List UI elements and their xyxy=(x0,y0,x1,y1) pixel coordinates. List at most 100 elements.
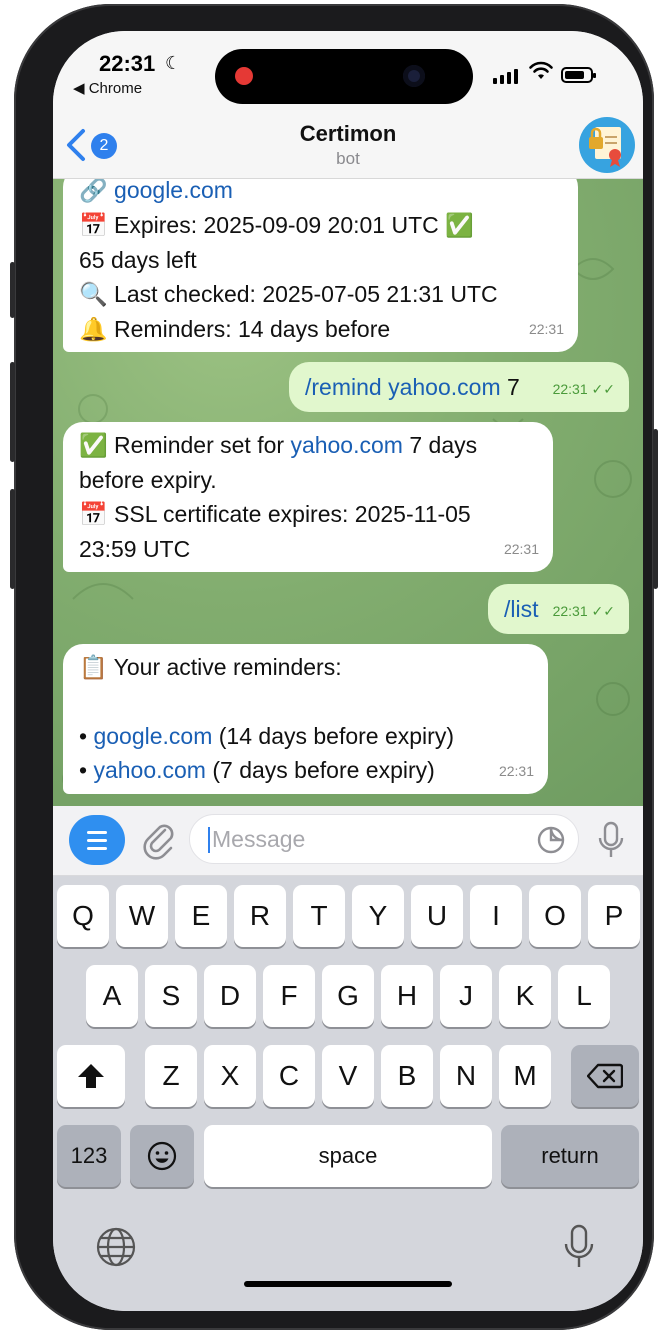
key-d[interactable]: D xyxy=(204,965,256,1027)
chat-messages-area[interactable]: 🔗 google.com 📅 Expires: 2025-09-09 20:01… xyxy=(53,179,643,806)
key-b[interactable]: B xyxy=(381,1045,433,1107)
domain-link[interactable]: yahoo.com xyxy=(290,432,403,458)
key-g[interactable]: G xyxy=(322,965,374,1027)
bot-menu-button[interactable] xyxy=(69,815,125,865)
magnifier-icon: 🔍 xyxy=(79,282,108,308)
message-line: 📋 Your active reminders: xyxy=(79,650,532,685)
cellular-signal-icon xyxy=(493,69,518,84)
bot-avatar[interactable] xyxy=(579,117,635,173)
key-m[interactable]: M xyxy=(499,1045,551,1107)
message-bubble-incoming[interactable]: 📋 Your active reminders: • google.com (1… xyxy=(63,644,548,794)
domain-link[interactable]: google.com xyxy=(114,179,233,203)
paperclip-icon[interactable] xyxy=(141,820,177,860)
reminder-set-text: Reminder set for xyxy=(114,432,285,458)
wifi-icon xyxy=(529,61,553,79)
status-time: 22:31 xyxy=(99,51,156,76)
message-time: 22:31 xyxy=(528,321,564,337)
sticker-icon[interactable] xyxy=(536,825,566,855)
key-w[interactable]: W xyxy=(116,885,168,947)
key-i[interactable]: I xyxy=(470,885,522,947)
domain-link[interactable]: google.com xyxy=(93,723,212,749)
volume-down-button xyxy=(10,489,15,589)
backspace-icon xyxy=(586,1063,624,1089)
double-check-icon: ✓✓ xyxy=(591,603,615,619)
message-line: 🔔 Reminders: 14 days before xyxy=(79,312,562,347)
backspace-key[interactable] xyxy=(571,1045,639,1107)
before-expiry-text: before expiry. xyxy=(79,467,217,493)
key-k[interactable]: K xyxy=(499,965,551,1027)
dynamic-island xyxy=(215,49,473,104)
key-l[interactable]: L xyxy=(558,965,610,1027)
key-r[interactable]: R xyxy=(234,885,286,947)
microphone-icon[interactable] xyxy=(597,820,625,860)
message-bubble-incoming[interactable]: 🔗 google.com 📅 Expires: 2025-09-09 20:01… xyxy=(63,179,578,352)
double-check-icon: ✓✓ xyxy=(591,381,615,397)
expiry-text: Expires: 2025-09-09 20:01 UTC xyxy=(114,212,439,238)
key-t[interactable]: T xyxy=(293,885,345,947)
globe-icon[interactable] xyxy=(95,1226,137,1268)
domain-link[interactable]: yahoo.com xyxy=(93,757,206,783)
list-item: • yahoo.com (7 days before expiry) xyxy=(79,757,435,783)
key-s[interactable]: S xyxy=(145,965,197,1027)
message-line: ✅ Reminder set for yahoo.com 7 days xyxy=(79,428,537,463)
check-mark-icon: ✅ xyxy=(445,213,474,239)
message-input-bar: Message xyxy=(53,806,643,876)
message-time-read: 22:31 ✓✓ xyxy=(552,381,615,397)
key-o[interactable]: O xyxy=(529,885,581,947)
moon-icon: ☾ xyxy=(165,53,182,73)
chat-subtitle: bot xyxy=(336,149,360,168)
key-a[interactable]: A xyxy=(86,965,138,1027)
key-x[interactable]: X xyxy=(204,1045,256,1107)
list-item-detail: (7 days before expiry) xyxy=(212,757,435,783)
message-placeholder: Message xyxy=(212,826,306,852)
reminders-text: Reminders: 14 days before xyxy=(114,316,391,342)
domain-link[interactable]: yahoo.com xyxy=(388,374,501,400)
key-v[interactable]: V xyxy=(322,1045,374,1107)
front-camera xyxy=(403,65,425,87)
message-line: 📅 Expires: 2025-09-09 20:01 UTC ✅ xyxy=(79,208,562,243)
list-item-detail: (14 days before expiry) xyxy=(218,723,454,749)
key-q[interactable]: Q xyxy=(57,885,109,947)
numbers-key[interactable]: 123 xyxy=(57,1125,121,1187)
shift-key[interactable] xyxy=(57,1045,125,1107)
message-bubble-outgoing[interactable]: /remind yahoo.com 7 22:31 ✓✓ xyxy=(289,362,629,412)
emoji-key[interactable] xyxy=(130,1125,194,1187)
dictation-microphone-icon[interactable] xyxy=(563,1224,595,1270)
key-n[interactable]: N xyxy=(440,1045,492,1107)
key-z[interactable]: Z xyxy=(145,1045,197,1107)
return-key[interactable]: return xyxy=(501,1125,639,1187)
link-icon: 🔗 xyxy=(79,179,108,204)
back-to-app-link[interactable]: ◀ Chrome xyxy=(73,79,142,97)
message-bubble-incoming[interactable]: ✅ Reminder set for yahoo.com 7 days befo… xyxy=(63,422,553,572)
message-input[interactable]: Message xyxy=(189,814,579,864)
battery-icon xyxy=(561,67,596,83)
calendar-icon: 📅 xyxy=(79,502,108,528)
home-indicator[interactable] xyxy=(244,1281,452,1287)
key-j[interactable]: J xyxy=(440,965,492,1027)
text-cursor xyxy=(208,827,210,853)
days-left-text: 65 days left xyxy=(79,247,197,273)
message-line: 🔍 Last checked: 2025-07-05 21:31 UTC xyxy=(79,277,562,312)
volume-up-button xyxy=(10,362,15,462)
last-checked-text: Last checked: 2025-07-05 21:31 UTC xyxy=(114,281,498,307)
message-time: 22:31 xyxy=(498,763,534,779)
message-bubble-outgoing[interactable]: /list 22:31 ✓✓ xyxy=(488,584,629,634)
key-f[interactable]: F xyxy=(263,965,315,1027)
clipboard-icon: 📋 xyxy=(79,655,108,681)
key-y[interactable]: Y xyxy=(352,885,404,947)
key-c[interactable]: C xyxy=(263,1045,315,1107)
check-mark-icon: ✅ xyxy=(79,433,108,459)
chat-title[interactable]: Certimon xyxy=(53,121,643,147)
mute-switch xyxy=(10,262,15,318)
message-line: 📅 SSL certificate expires: 2025-11-05 xyxy=(79,497,537,532)
command-link[interactable]: /remind xyxy=(305,374,382,400)
chat-header: 2 Certimon bot xyxy=(53,111,643,179)
command-link[interactable]: /list xyxy=(504,596,539,622)
key-e[interactable]: E xyxy=(175,885,227,947)
list-item: • google.com (14 days before expiry) xyxy=(79,723,454,749)
space-key[interactable]: space xyxy=(204,1125,492,1187)
key-p[interactable]: P xyxy=(588,885,640,947)
key-u[interactable]: U xyxy=(411,885,463,947)
key-h[interactable]: H xyxy=(381,965,433,1027)
phone-frame: 22:31 ☾ ◀ Chrome 2 Certimon bot 🔗 google… xyxy=(10,4,658,1330)
